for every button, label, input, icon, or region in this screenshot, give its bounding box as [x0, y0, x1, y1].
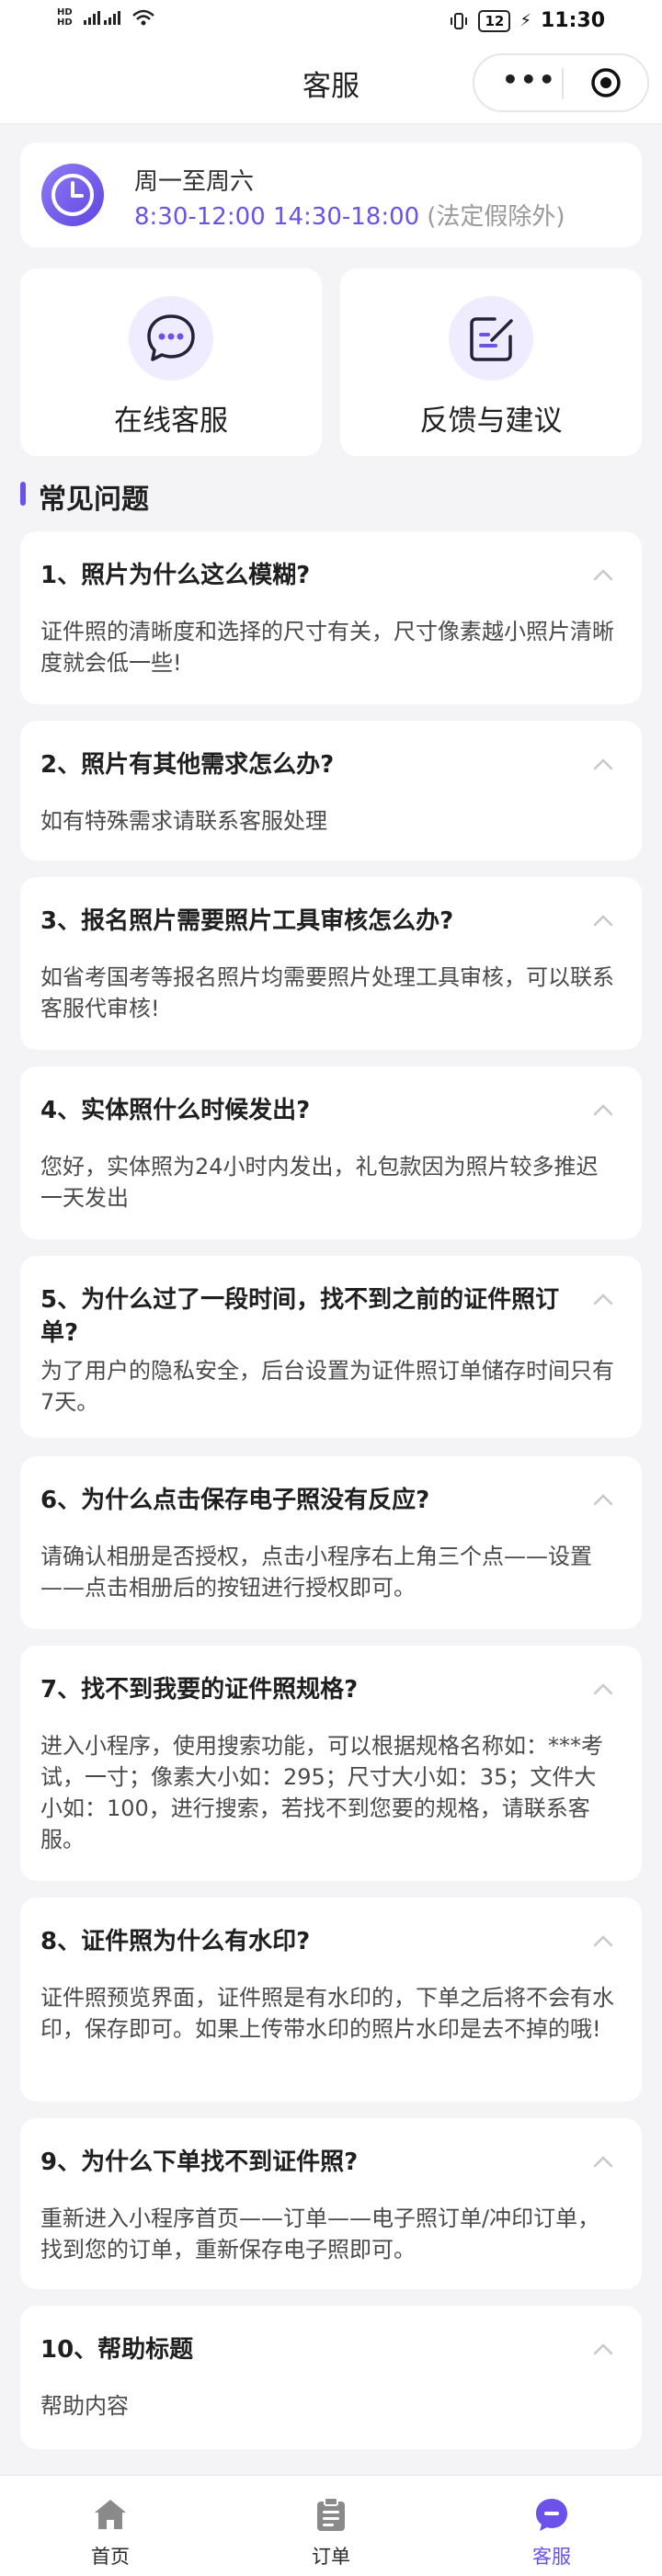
- chevron-up-icon[interactable]: [592, 2155, 614, 2168]
- service-chat-icon: [536, 2499, 567, 2531]
- faq-question: 8、证件照为什么有水印?: [40, 1928, 311, 1955]
- faq-answer: 进入小程序，使用搜索功能，可以根据规格名称如：***考试，一寸；像素大小如：29…: [40, 1733, 603, 1852]
- online-service-label: 在线客服: [114, 405, 228, 438]
- faq-question: 4、实体照什么时候发出?: [40, 1097, 311, 1124]
- chevron-up-icon[interactable]: [592, 914, 614, 927]
- tab-home[interactable]: 首页: [0, 2496, 221, 2570]
- faq-heading-text: 常见问题: [39, 484, 149, 516]
- charging-icon: ⚡: [519, 11, 531, 30]
- chevron-up-icon[interactable]: [592, 1103, 614, 1116]
- mini-program-capsule: •••: [473, 53, 649, 112]
- status-time: 11:30: [540, 9, 605, 32]
- bottom-tab-bar: 首页 订单 客服: [0, 2475, 662, 2576]
- online-service-card[interactable]: 在线客服: [20, 268, 322, 456]
- tab-service[interactable]: 客服: [441, 2496, 662, 2570]
- wifi-icon: [131, 9, 154, 26]
- close-target-icon[interactable]: [590, 67, 622, 98]
- faq-answer: 为了用户的隐私安全，后台设置为证件照订单储存时间只有7天。: [40, 1358, 614, 1415]
- feedback-label: 反馈与建议: [419, 405, 563, 438]
- feedback-icon-bg: [449, 296, 533, 381]
- faq-question: 7、找不到我要的证件照规格?: [40, 1676, 359, 1704]
- faq-item-2[interactable]: 2、照片有其他需求怎么办? 如有特殊需求请联系客服处理: [20, 721, 642, 861]
- service-time: 8:30-12:00 14:30-18:00: [134, 203, 420, 231]
- customer-service-page: HD HD 12 ⚡ 11:30 客服 ••• 周一至周六 8:30-12:00…: [0, 0, 662, 2576]
- faq-question: 2、照片有其他需求怎么办?: [40, 751, 335, 779]
- hd-label-icon: HD HD: [57, 7, 73, 28]
- faq-item-6[interactable]: 6、为什么点击保存电子照没有反应? 请确认相册是否授权，点击小程序右上角三个点—…: [20, 1456, 642, 1629]
- edit-note-icon: [470, 317, 513, 361]
- faq-answer: 帮助内容: [40, 2393, 129, 2419]
- chevron-up-icon[interactable]: [592, 758, 614, 770]
- status-bar: HD HD 12 ⚡ 11:30: [0, 0, 662, 46]
- faq-question: 10、帮助标题: [40, 2336, 194, 2364]
- battery-indicator: 12: [478, 9, 511, 32]
- service-time-row: 8:30-12:00 14:30-18:00 (法定假除外): [134, 198, 565, 232]
- clock-icon: [41, 164, 104, 226]
- chevron-up-icon[interactable]: [592, 1934, 614, 1947]
- faq-question: 3、报名照片需要照片工具审核怎么办?: [40, 907, 454, 935]
- chevron-up-icon[interactable]: [592, 1682, 614, 1695]
- signal-indicators: HD HD: [57, 7, 155, 28]
- tab-service-label: 客服: [532, 2546, 571, 2568]
- status-right-group: 12 ⚡ 11:30: [449, 9, 605, 32]
- faq-item-4[interactable]: 4、实体照什么时候发出? 您好，实体照为24小时内发出，礼包款因为照片较多推迟一…: [20, 1066, 642, 1239]
- vibrate-icon: [451, 12, 468, 29]
- faq-item-5[interactable]: 5、为什么过了一段时间，找不到之前的证件照订单? 为了用户的隐私安全，后台设置为…: [20, 1256, 642, 1438]
- faq-item-1[interactable]: 1、照片为什么这么模糊? 证件照的清晰度和选择的尺寸有关，尺寸像素越小照片清晰度…: [20, 531, 642, 704]
- faq-question: 9、为什么下单找不到证件照?: [40, 2149, 359, 2176]
- home-icon: [95, 2500, 126, 2529]
- faq-answer: 如有特殊需求请联系客服处理: [40, 808, 327, 834]
- faq-question: 5、为什么过了一段时间，找不到之前的证件照订单?: [40, 1286, 560, 1347]
- chevron-up-icon[interactable]: [592, 1493, 614, 1506]
- more-options-icon[interactable]: •••: [502, 64, 557, 95]
- chevron-up-icon[interactable]: [592, 568, 614, 581]
- tab-orders[interactable]: 订单: [221, 2496, 441, 2570]
- faq-item-7[interactable]: 7、找不到我要的证件照规格? 进入小程序，使用搜索功能，可以根据规格名称如：**…: [20, 1646, 642, 1881]
- faq-question: 6、为什么点击保存电子照没有反应?: [40, 1487, 430, 1514]
- tab-orders-label: 订单: [312, 2546, 350, 2568]
- service-hours-card: 周一至周六 8:30-12:00 14:30-18:00 (法定假除外): [20, 142, 642, 247]
- chat-bubble-icon: [147, 314, 195, 361]
- capsule-divider: [562, 68, 564, 99]
- chevron-up-icon[interactable]: [592, 1293, 614, 1305]
- feedback-card[interactable]: 反馈与建议: [340, 268, 642, 456]
- online-service-icon-bg: [129, 296, 213, 381]
- faq-item-8[interactable]: 8、证件照为什么有水印? 证件照预览界面，证件照是有水印的，下单之后将不会有水印…: [20, 1898, 642, 2102]
- faq-answer: 证件照预览界面，证件照是有水印的，下单之后将不会有水印，保存即可。如果上传带水印…: [40, 1985, 614, 2042]
- service-days: 周一至周六: [134, 168, 255, 196]
- faq-question: 1、照片为什么这么模糊?: [40, 562, 311, 589]
- nav-bar: 客服 •••: [0, 46, 662, 124]
- holiday-note: (法定假除外): [427, 203, 565, 231]
- clipboard-icon: [317, 2497, 345, 2531]
- faq-item-3[interactable]: 3、报名照片需要照片工具审核怎么办? 如省考国考等报名照片均需要照片处理工具审核…: [20, 877, 642, 1050]
- faq-answer: 如省考国考等报名照片均需要照片处理工具审核，可以联系客服代审核!: [40, 964, 614, 1021]
- faq-item-9[interactable]: 9、为什么下单找不到证件照? 重新进入小程序首页——订单——电子照订单/冲印订单…: [20, 2118, 642, 2289]
- cellular-signal-icon: [83, 11, 120, 25]
- faq-answer: 您好，实体照为24小时内发出，礼包款因为照片较多推迟一天发出: [40, 1154, 599, 1211]
- faq-item-10[interactable]: 10、帮助标题 帮助内容: [20, 2306, 642, 2449]
- faq-answer: 请确认相册是否授权，点击小程序右上角三个点——设置——点击相册后的按钮进行授权即…: [40, 1544, 592, 1601]
- chevron-up-icon[interactable]: [592, 2342, 614, 2355]
- faq-answer: 证件照的清晰度和选择的尺寸有关，尺寸像素越小照片清晰度就会低一些!: [40, 619, 614, 676]
- faq-answer: 重新进入小程序首页——订单——电子照订单/冲印订单，找到您的订单，重新保存电子照…: [40, 2206, 600, 2263]
- tab-home-label: 首页: [91, 2546, 130, 2568]
